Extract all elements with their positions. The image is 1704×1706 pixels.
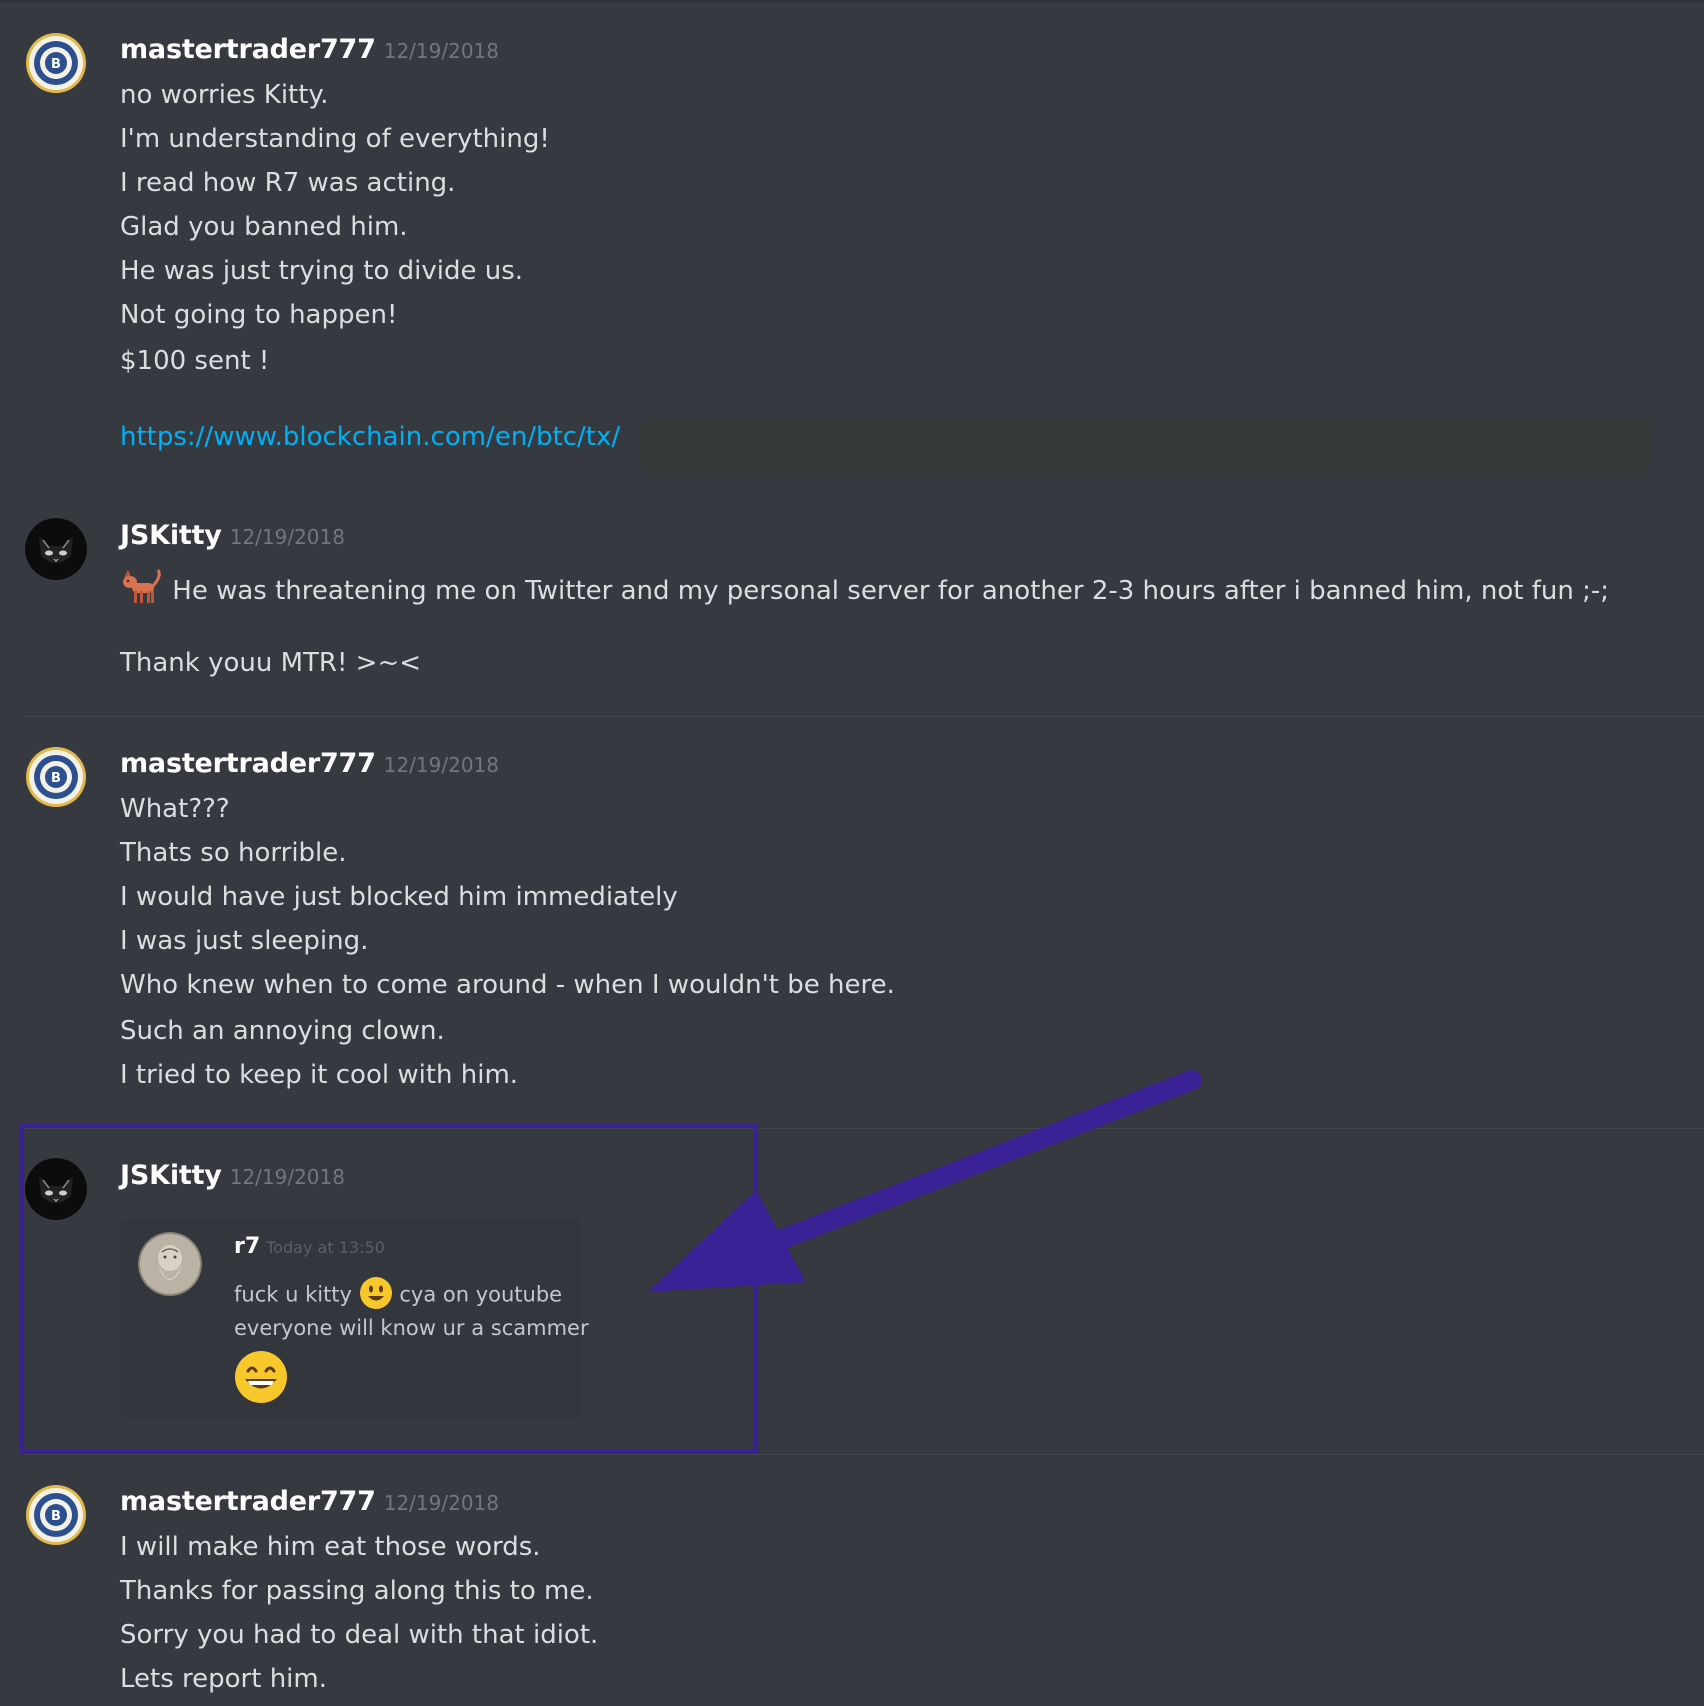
timestamp: 12/19/2018 (229, 525, 345, 549)
chat-window: mastertrader777 12/19/2018 no worries Kit… (0, 0, 1704, 1706)
message-line: $100 sent ! (120, 346, 270, 376)
message-line: He was just trying to divide us. (120, 256, 524, 286)
message-line: Thank youu MTR! >~< (120, 648, 422, 678)
mastertrader-avatar-icon[interactable] (25, 1484, 87, 1546)
username[interactable]: JSKitty (120, 520, 222, 551)
message-header: mastertrader777 12/19/2018 (120, 34, 499, 65)
message-line: I would have just blocked him immediatel… (120, 882, 678, 912)
message-line: Thats so horrible. (120, 838, 347, 868)
link-preview-placeholder (640, 420, 1650, 472)
mastertrader-avatar-icon[interactable] (25, 746, 87, 808)
message-header: JSKitty 12/19/2018 (120, 520, 345, 551)
username[interactable]: mastertrader777 (120, 34, 376, 65)
message-line-with-emoji: He was threatening me on Twitter and my … (120, 568, 1609, 615)
message-line: Such an annoying clown. (120, 1016, 445, 1046)
message-line: I tried to keep it cool with him. (120, 1060, 519, 1090)
timestamp: 12/19/2018 (383, 753, 499, 777)
message-line: Not going to happen! (120, 300, 398, 330)
message-line: I read how R7 was acting. (120, 168, 456, 198)
message-line: Sorry you had to deal with that idiot. (120, 1620, 599, 1650)
message-header: mastertrader777 12/19/2018 (120, 748, 499, 779)
message-line: What??? (120, 794, 230, 824)
message-line: Glad you banned him. (120, 212, 408, 242)
message-divider (24, 1454, 1704, 1455)
message-divider (24, 716, 1704, 717)
cat-emoji-icon (120, 568, 164, 615)
username[interactable]: mastertrader777 (120, 748, 376, 779)
message-line: Who knew when to come around - when I wo… (120, 970, 895, 1000)
message-line: I'm understanding of everything! (120, 124, 550, 154)
message-line: Thanks for passing along this to me. (120, 1576, 594, 1606)
transaction-link[interactable]: https://www.blockchain.com/en/btc/tx/ (120, 422, 620, 452)
top-divider (0, 0, 1704, 2)
jskitty-avatar-icon[interactable] (25, 518, 87, 580)
timestamp: 12/19/2018 (383, 39, 499, 63)
highlight-box (20, 1124, 758, 1454)
transaction-link-container: https://www.blockchain.com/en/btc/tx/ (120, 422, 620, 452)
message-header: mastertrader777 12/19/2018 (120, 1486, 499, 1517)
timestamp: 12/19/2018 (383, 1491, 499, 1515)
username[interactable]: mastertrader777 (120, 1486, 376, 1517)
message-line: I was just sleeping. (120, 926, 369, 956)
message-line: I will make him eat those words. (120, 1532, 541, 1562)
message-text: He was threatening me on Twitter and my … (172, 576, 1610, 606)
message-line: Lets report him. (120, 1664, 327, 1694)
message-line: no worries Kitty. (120, 80, 329, 110)
mastertrader-avatar-icon[interactable] (25, 32, 87, 94)
